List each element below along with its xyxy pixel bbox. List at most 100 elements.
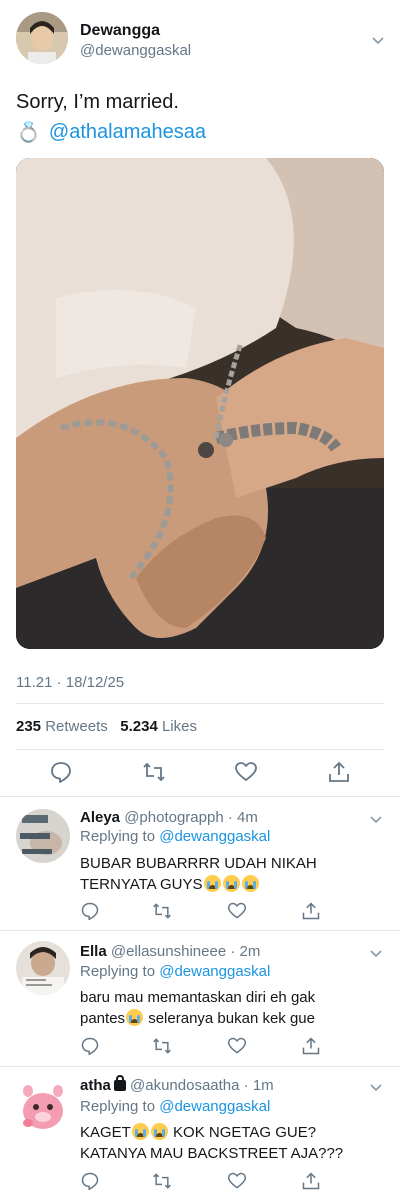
reply-icon — [81, 1037, 99, 1056]
heart-icon — [227, 1037, 247, 1054]
likes-label[interactable]: Likes — [162, 718, 197, 735]
reply-text: BUBAR BUBARRRR UDAH NIKAH TERNYATA GUYS — [80, 853, 370, 895]
chevron-down-icon[interactable] — [372, 34, 384, 46]
reply-actions — [60, 1034, 360, 1058]
reply-author-name: Ella — [80, 943, 107, 960]
reply-icon — [81, 902, 99, 921]
heart-icon — [227, 1172, 247, 1189]
reply-icon — [81, 1172, 99, 1191]
ring-emoji: 💍 — [16, 120, 41, 144]
mention-link[interactable]: @athalamahesaa — [49, 118, 206, 146]
crying-emoji — [131, 1123, 149, 1140]
likes-count[interactable]: 5.234 — [120, 718, 158, 735]
like-button[interactable] — [225, 899, 249, 923]
chevron-down-icon[interactable] — [370, 1081, 382, 1093]
avatar[interactable] — [16, 941, 70, 995]
reply-text-fragment: TERNYATA GUYS — [80, 876, 203, 893]
like-button[interactable] — [232, 758, 260, 786]
tweet-mention-line: 💍 @athalamahesaa — [16, 118, 206, 146]
replying-to-link[interactable]: @dewanggaskal — [159, 963, 270, 980]
tweet-timestamp[interactable]: 11.21 · 18/12/25 — [16, 674, 124, 691]
retweet-icon — [143, 762, 165, 782]
replying-to: Replying to @dewanggaskal — [80, 963, 270, 980]
reply-item[interactable]: Ella @ellasunshineee · 2m Replying to @d… — [0, 931, 400, 1067]
reply-item[interactable]: Aleya @photograpph · 4m Replying to @dew… — [0, 797, 400, 930]
heart-icon — [227, 902, 247, 919]
reply-author-name: Aleya — [80, 809, 121, 826]
crying-emoji — [241, 875, 259, 892]
replying-label: Replying to — [80, 828, 156, 845]
reply-meta: @ellasunshineee · 2m — [110, 943, 261, 960]
retweet-button[interactable] — [140, 758, 168, 786]
tweet-stats: 235 Retweets 5.234 Likes — [16, 718, 197, 735]
tweet-text: Sorry, I’m married. — [16, 91, 179, 113]
heart-icon — [235, 762, 257, 781]
reply-author[interactable]: Aleya @photograpph · 4m — [80, 809, 258, 826]
like-button[interactable] — [225, 1169, 249, 1193]
reply-author[interactable]: atha @akundosaatha · 1m — [80, 1075, 274, 1094]
share-button[interactable] — [299, 899, 323, 923]
replying-to: Replying to @dewanggaskal — [80, 1098, 270, 1115]
avatar[interactable] — [16, 809, 70, 863]
retweet-icon — [153, 1173, 171, 1189]
replying-to-link[interactable]: @dewanggaskal — [159, 828, 270, 845]
reply-text-fragment: pantes — [80, 1010, 126, 1027]
retweet-button[interactable] — [150, 1169, 174, 1193]
share-button[interactable] — [299, 1034, 323, 1058]
divider — [16, 703, 384, 704]
reply-text-line: TERNYATA GUYS — [80, 874, 370, 895]
retweet-button[interactable] — [150, 899, 174, 923]
retweet-button[interactable] — [150, 1034, 174, 1058]
crying-emoji — [150, 1123, 168, 1140]
reply-text-line: BUBAR BUBARRRR UDAH NIKAH — [80, 855, 317, 872]
reply-icon — [51, 762, 71, 783]
reply-text-line: baru mau memantaskan diri eh gak — [80, 989, 316, 1006]
reply-text-line: KATANYA MAU BACKSTREET AJA??? — [80, 1145, 344, 1162]
reply-item[interactable]: atha @akundosaatha · 1m Replying to @dew… — [0, 1067, 400, 1200]
reply-button[interactable] — [47, 758, 75, 786]
tweet-actions — [0, 758, 400, 788]
reply-author-name: atha — [80, 1077, 111, 1094]
share-icon — [302, 902, 320, 920]
chevron-down-icon[interactable] — [370, 947, 382, 959]
retweets-label[interactable]: Retweets — [45, 718, 108, 735]
reply-author[interactable]: Ella @ellasunshineee · 2m — [80, 943, 260, 960]
chevron-down-icon[interactable] — [370, 813, 382, 825]
reply-text-fragment: KOK NGETAG GUE? — [168, 1124, 317, 1141]
crying-emoji — [126, 1009, 144, 1026]
reply-text-line: KAGET KOK NGETAG GUE? — [80, 1122, 370, 1143]
retweets-count[interactable]: 235 — [16, 718, 41, 735]
tweet-photo[interactable] — [16, 158, 384, 649]
avatar[interactable] — [16, 12, 68, 64]
share-button[interactable] — [299, 1169, 323, 1193]
replying-label: Replying to — [80, 1098, 156, 1115]
share-icon — [302, 1172, 320, 1190]
retweet-icon — [153, 1038, 171, 1054]
reply-actions — [60, 1169, 360, 1193]
crying-emoji — [203, 875, 221, 892]
retweet-icon — [153, 903, 171, 919]
share-icon — [329, 761, 349, 782]
reply-meta: @akundosaatha · 1m — [130, 1077, 274, 1094]
reply-text-fragment: KAGET — [80, 1124, 131, 1141]
divider — [16, 749, 384, 750]
reply-button[interactable] — [78, 899, 102, 923]
crying-emoji — [222, 875, 240, 892]
lock-icon — [113, 1075, 126, 1091]
author-name[interactable]: Dewangga — [80, 22, 160, 40]
reply-text-fragment: seleranya bukan kek gue — [144, 1010, 315, 1027]
avatar[interactable] — [16, 1079, 70, 1133]
replying-to: Replying to @dewanggaskal — [80, 828, 270, 845]
share-icon — [302, 1037, 320, 1055]
reply-button[interactable] — [78, 1034, 102, 1058]
reply-text: KAGET KOK NGETAG GUE? KATANYA MAU BACKST… — [80, 1122, 370, 1164]
replying-to-link[interactable]: @dewanggaskal — [159, 1098, 270, 1115]
reply-text-line: pantes seleranya bukan kek gue — [80, 1008, 370, 1029]
like-button[interactable] — [225, 1034, 249, 1058]
reply-actions — [60, 899, 360, 923]
reply-meta: @photograpph · 4m — [124, 809, 258, 826]
share-button[interactable] — [325, 758, 353, 786]
reply-text: baru mau memantaskan diri eh gak pantes … — [80, 987, 370, 1029]
reply-button[interactable] — [78, 1169, 102, 1193]
author-handle[interactable]: @dewanggaskal — [80, 42, 191, 59]
